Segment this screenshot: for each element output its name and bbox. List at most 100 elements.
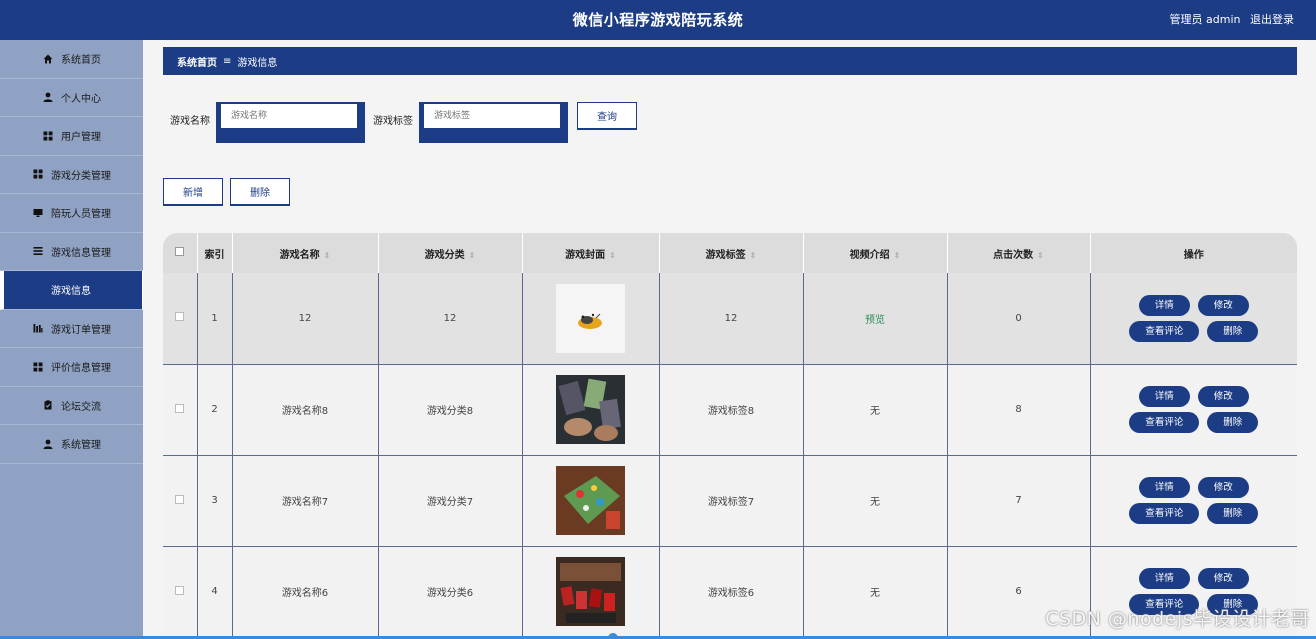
cell-clicks: 0 (947, 273, 1091, 365)
sort-icon[interactable]: ⇕ (894, 251, 901, 260)
game-name-input[interactable] (221, 104, 357, 128)
video-preview-link[interactable]: 预览 (865, 315, 885, 326)
detail-button[interactable]: 详情 (1138, 568, 1190, 589)
cell-video: 无 (803, 364, 948, 456)
sidebar-item-system[interactable]: 系统管理 (0, 425, 143, 464)
edit-button[interactable]: 修改 (1197, 294, 1249, 316)
add-button[interactable]: 新增 (163, 178, 223, 205)
col-header-label: 游戏分类 (424, 249, 465, 261)
sidebar-item-label: 系统管理 (61, 440, 101, 452)
col-header-tag[interactable]: 游戏标签 ⇕ (659, 233, 804, 273)
sort-icon[interactable]: ⇕ (324, 251, 331, 260)
row-checkbox[interactable] (175, 585, 185, 595)
table-row: 3 游戏名称7 游戏分类7 游戏标签7 无 7 详情 修改 查看评论 删除 (163, 455, 1297, 547)
select-all-cell[interactable] (163, 233, 198, 273)
user-label: 管理员 admin (1169, 13, 1241, 26)
sidebar-item-label: 论坛交流 (61, 401, 101, 413)
sidebar-item-forum[interactable]: 论坛交流 (0, 387, 143, 425)
col-header-cover[interactable]: 游戏封面 ⇕ (522, 233, 660, 273)
game-tag-label: 游戏标签 (373, 116, 413, 127)
sort-icon[interactable]: ⇕ (469, 251, 476, 260)
scroll-progress-handle[interactable] (608, 633, 618, 639)
sidebar-item-users[interactable]: 用户管理 (0, 117, 143, 156)
sidebar-item-game-info[interactable]: 游戏信息 (0, 271, 143, 310)
csdn-watermark: CSDN @nodejs毕设设计老哥 (1045, 608, 1310, 630)
cell-tag: 游戏标签6 (659, 546, 804, 638)
grid-icon (32, 361, 43, 372)
sidebar-item-label: 游戏信息 (51, 286, 91, 298)
monitor-icon (32, 207, 43, 218)
sidebar-item-companions[interactable]: 陪玩人员管理 (0, 194, 143, 233)
sidebar-item-game-info-mgmt[interactable]: 游戏信息管理 (0, 233, 143, 271)
edit-button[interactable]: 修改 (1197, 386, 1249, 407)
grid-icon (42, 130, 53, 141)
sidebar-item-orders[interactable]: 游戏订单管理 (0, 310, 143, 348)
delete-row-button[interactable]: 删除 (1207, 503, 1259, 524)
col-header-label: 游戏封面 (565, 249, 606, 261)
sidebar-item-label: 游戏分类管理 (51, 170, 111, 182)
user-icon (42, 92, 53, 103)
col-header-actions: 操作 (1090, 233, 1297, 273)
logout-link[interactable]: 退出登录 (1250, 13, 1294, 26)
cell-ops: 详情 修改 查看评论 删除 (1090, 455, 1297, 547)
col-header-label: 点击次数 (993, 249, 1034, 261)
cell-index: 2 (197, 364, 233, 456)
select-all-checkbox[interactable] (175, 247, 185, 256)
clipboard-icon (42, 400, 53, 411)
sidebar-item-label: 评价信息管理 (51, 363, 111, 375)
breadcrumb-current: 游戏信息 (237, 57, 278, 69)
sidebar-item-reviews[interactable]: 评价信息管理 (0, 348, 143, 387)
cell-cover (522, 546, 660, 638)
sidebar-item-game-category[interactable]: 游戏分类管理 (0, 156, 143, 194)
detail-button[interactable]: 详情 (1138, 294, 1190, 316)
cell-cover (522, 364, 660, 456)
cell-name: 游戏名称8 (232, 364, 379, 456)
cell-cover (522, 273, 660, 365)
row-checkbox[interactable] (175, 403, 185, 413)
detail-button[interactable]: 详情 (1138, 386, 1190, 407)
cell-index: 4 (197, 546, 233, 638)
breadcrumb-separator: ≡ (223, 55, 232, 67)
query-button[interactable]: 查询 (577, 102, 637, 129)
view-comments-button[interactable]: 查看评论 (1129, 503, 1200, 524)
delete-row-button[interactable]: 删除 (1207, 412, 1259, 433)
user-icon (42, 438, 53, 449)
edit-button[interactable]: 修改 (1197, 477, 1249, 498)
col-header-label: 游戏标签 (705, 249, 746, 261)
cell-cover (522, 455, 660, 547)
col-header-video[interactable]: 视频介绍 ⇕ (803, 233, 948, 273)
sort-icon[interactable]: ⇕ (1037, 251, 1044, 260)
sort-icon[interactable]: ⇕ (609, 251, 616, 260)
game-name-label: 游戏名称 (170, 116, 210, 127)
cell-tag: 游戏标签7 (659, 455, 804, 547)
game-tag-box (419, 102, 568, 143)
row-checkbox[interactable] (175, 494, 185, 504)
main-content: 系统首页 ≡ 游戏信息 游戏名称 游戏标签 查询 新增 删除 索引 游戏名称 ⇕ (143, 40, 1316, 639)
sidebar-item-profile[interactable]: 个人中心 (0, 79, 143, 117)
user-area: 管理员 admin 退出登录 (1164, 0, 1294, 40)
col-header-clicks[interactable]: 点击次数 ⇕ (947, 233, 1091, 273)
cell-tag: 游戏标签8 (659, 364, 804, 456)
view-comments-button[interactable]: 查看评论 (1129, 412, 1200, 433)
game-table-container: 索引 游戏名称 ⇕ 游戏分类 ⇕ 游戏封面 ⇕ 游戏标签 ⇕ 视频介绍 ⇕ 点击次数 ⇕ 操… (163, 233, 1297, 639)
cards-cover-image (556, 557, 625, 626)
delete-row-button[interactable]: 删除 (1207, 320, 1259, 342)
view-comments-button[interactable]: 查看评论 (1129, 320, 1200, 342)
edit-button[interactable]: 修改 (1197, 568, 1249, 589)
col-header-label: 视频介绍 (849, 249, 890, 261)
row-checkbox[interactable] (175, 312, 185, 322)
top-header: 微信小程序游戏陪玩系统 管理员 admin 退出登录 (0, 0, 1316, 40)
app-title: 微信小程序游戏陪玩系统 (572, 11, 744, 29)
breadcrumb-home[interactable]: 系统首页 (177, 54, 217, 69)
cell-tag: 12 (659, 273, 804, 365)
game-tag-input[interactable] (424, 104, 560, 128)
detail-button[interactable]: 详情 (1138, 477, 1190, 498)
sort-icon[interactable]: ⇕ (750, 251, 757, 260)
delete-selected-button[interactable]: 删除 (230, 178, 290, 205)
sidebar-item-home[interactable]: 系统首页 (0, 40, 143, 79)
col-header-category[interactable]: 游戏分类 ⇕ (378, 233, 523, 273)
cell-index: 1 (197, 273, 233, 365)
col-header-name[interactable]: 游戏名称 ⇕ (232, 233, 379, 273)
cell-clicks: 7 (947, 455, 1091, 547)
cell-category: 游戏分类7 (378, 455, 523, 547)
